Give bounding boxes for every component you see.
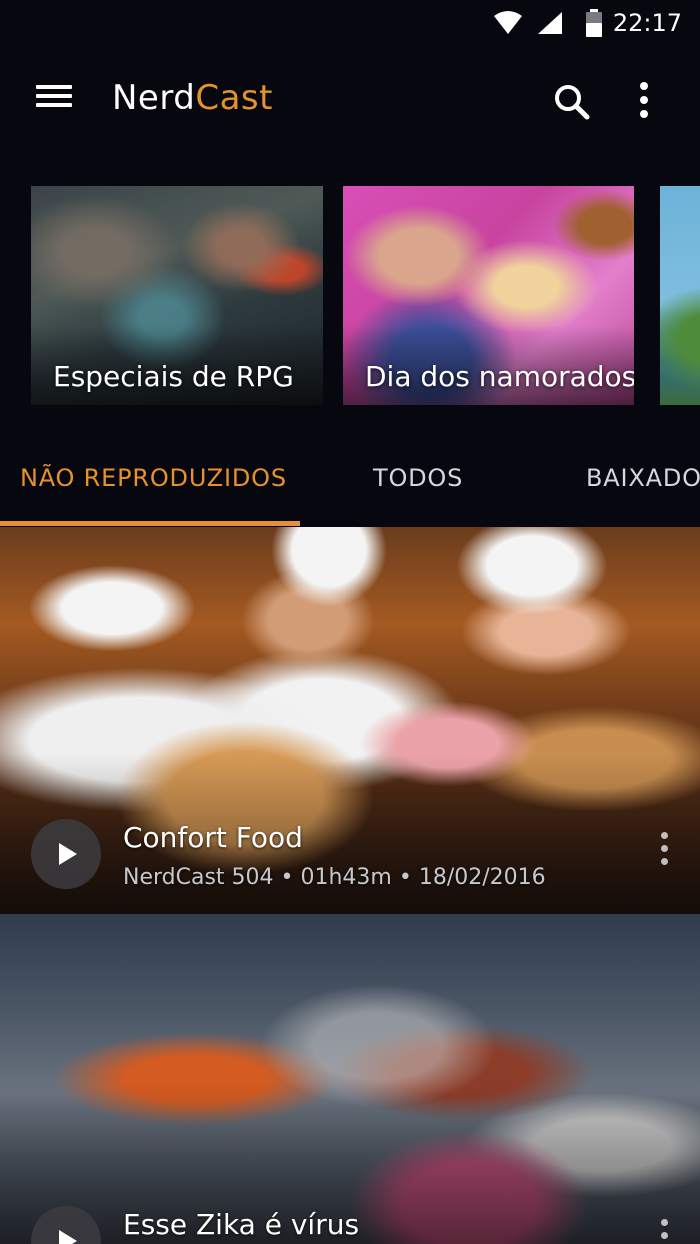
category-label: Especiais de RPG bbox=[53, 360, 294, 393]
tab-baixados[interactable]: BAIXADOS bbox=[586, 464, 700, 492]
app-title: NerdCast bbox=[112, 78, 273, 118]
battery-icon bbox=[586, 9, 602, 37]
menu-icon bbox=[28, 85, 80, 107]
episode-meta: NerdCast 504 • 01h43m • 18/02/2016 bbox=[123, 865, 546, 890]
more-vertical-icon bbox=[626, 82, 662, 118]
wifi-icon bbox=[494, 11, 522, 34]
play-icon bbox=[59, 1230, 77, 1244]
episode-more-button[interactable] bbox=[656, 1219, 672, 1244]
tab-todos[interactable]: TODOS bbox=[373, 464, 463, 492]
category-carousel[interactable]: Especiais de RPG Dia dos namorados bbox=[0, 186, 700, 406]
episode-title: Esse Zika é vírus bbox=[123, 1208, 360, 1241]
play-button[interactable] bbox=[31, 819, 101, 889]
category-card-rpg[interactable]: Especiais de RPG bbox=[31, 186, 323, 405]
status-bar: 22:17 bbox=[0, 0, 700, 48]
category-card-namorados[interactable]: Dia dos namorados bbox=[343, 186, 634, 405]
play-icon bbox=[59, 843, 77, 865]
status-time: 22:17 bbox=[612, 9, 682, 37]
episode-card[interactable]: Confort Food NerdCast 504 • 01h43m • 18/… bbox=[0, 527, 700, 914]
episode-title: Confort Food bbox=[123, 821, 303, 854]
episode-card[interactable]: Esse Zika é vírus bbox=[0, 914, 700, 1244]
app-bar: NerdCast bbox=[0, 48, 700, 152]
more-vertical-icon bbox=[656, 832, 672, 865]
active-tab-indicator bbox=[0, 521, 300, 526]
app-title-cast: Cast bbox=[195, 78, 273, 118]
category-card-partial[interactable] bbox=[660, 186, 700, 405]
episode-tabs: NÃO REPRODUZIDOS TODOS BAIXADOS bbox=[0, 440, 700, 528]
tab-nao-reproduzidos[interactable]: NÃO REPRODUZIDOS bbox=[20, 464, 287, 492]
search-icon bbox=[555, 85, 590, 120]
episode-shade bbox=[0, 754, 700, 914]
category-label: Dia dos namorados bbox=[365, 360, 634, 393]
cell-signal-icon bbox=[538, 12, 562, 34]
app-title-nerd: Nerd bbox=[112, 78, 196, 118]
more-vertical-icon bbox=[656, 1219, 672, 1244]
menu-button[interactable] bbox=[28, 80, 80, 120]
episode-more-button[interactable] bbox=[656, 832, 672, 876]
more-options-button[interactable] bbox=[626, 78, 662, 126]
search-button[interactable] bbox=[548, 78, 596, 126]
